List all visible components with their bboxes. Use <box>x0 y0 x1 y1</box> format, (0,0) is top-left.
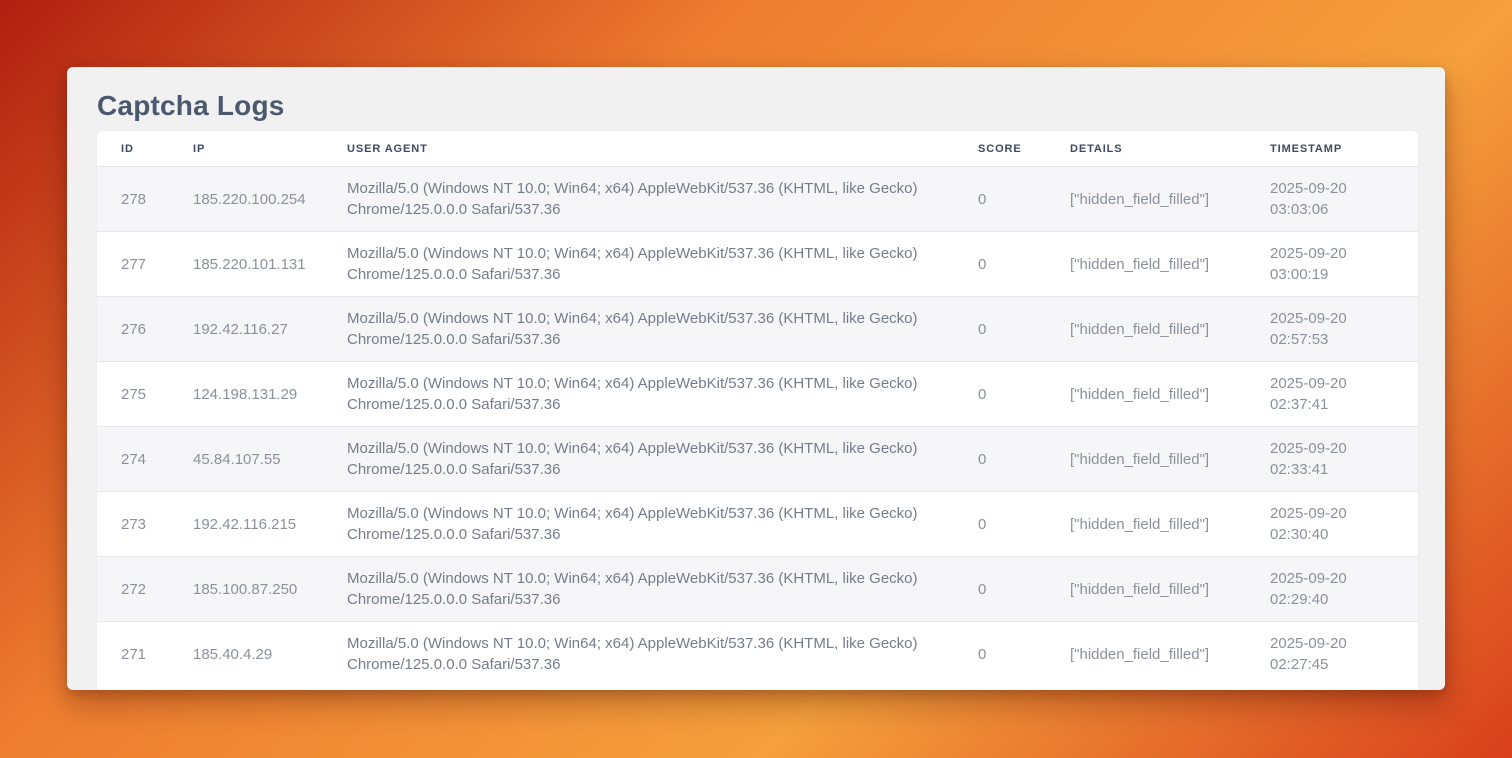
cell-details: ["hidden_field_filled"] <box>1070 167 1270 232</box>
table-row: 276 192.42.116.27 Mozilla/5.0 (Windows N… <box>97 297 1418 362</box>
cell-details: ["hidden_field_filled"] <box>1070 492 1270 557</box>
cell-details: ["hidden_field_filled"] <box>1070 557 1270 622</box>
column-header-timestamp: TIMESTAMP <box>1270 131 1418 167</box>
cell-details: ["hidden_field_filled"] <box>1070 362 1270 427</box>
cell-score: 0 <box>978 167 1070 232</box>
cell-user-agent: Mozilla/5.0 (Windows NT 10.0; Win64; x64… <box>347 297 978 362</box>
cell-id: 278 <box>97 167 193 232</box>
table-header-row: ID IP USER AGENT SCORE DETAILS TIMESTAMP <box>97 131 1418 167</box>
cell-timestamp: 2025-09-20 02:37:41 <box>1270 362 1418 427</box>
table-row: 277 185.220.101.131 Mozilla/5.0 (Windows… <box>97 232 1418 297</box>
cell-details: ["hidden_field_filled"] <box>1070 622 1270 687</box>
cell-ip: 185.100.87.250 <box>193 557 347 622</box>
cell-score: 0 <box>978 362 1070 427</box>
cell-id: 277 <box>97 232 193 297</box>
table-body: 278 185.220.100.254 Mozilla/5.0 (Windows… <box>97 167 1418 687</box>
column-header-user-agent: USER AGENT <box>347 131 978 167</box>
table-row: 272 185.100.87.250 Mozilla/5.0 (Windows … <box>97 557 1418 622</box>
cell-score: 0 <box>978 557 1070 622</box>
cell-id: 272 <box>97 557 193 622</box>
column-header-id: ID <box>97 131 193 167</box>
cell-timestamp: 2025-09-20 03:03:06 <box>1270 167 1418 232</box>
cell-timestamp: 2025-09-20 02:29:40 <box>1270 557 1418 622</box>
cell-score: 0 <box>978 427 1070 492</box>
cell-score: 0 <box>978 492 1070 557</box>
cell-score: 0 <box>978 232 1070 297</box>
cell-id: 276 <box>97 297 193 362</box>
column-header-ip: IP <box>193 131 347 167</box>
cell-timestamp: 2025-09-20 03:00:19 <box>1270 232 1418 297</box>
page-title: Captcha Logs <box>97 89 1418 123</box>
cell-user-agent: Mozilla/5.0 (Windows NT 10.0; Win64; x64… <box>347 167 978 232</box>
cell-details: ["hidden_field_filled"] <box>1070 297 1270 362</box>
cell-user-agent: Mozilla/5.0 (Windows NT 10.0; Win64; x64… <box>347 557 978 622</box>
cell-timestamp: 2025-09-20 02:27:45 <box>1270 622 1418 687</box>
cell-id: 273 <box>97 492 193 557</box>
page-background: { "page": { "title": "Captcha Logs" }, "… <box>0 0 1512 758</box>
cell-timestamp: 2025-09-20 02:33:41 <box>1270 427 1418 492</box>
cell-user-agent: Mozilla/5.0 (Windows NT 10.0; Win64; x64… <box>347 362 978 427</box>
cell-timestamp: 2025-09-20 02:30:40 <box>1270 492 1418 557</box>
table-row: 273 192.42.116.215 Mozilla/5.0 (Windows … <box>97 492 1418 557</box>
table-row: 275 124.198.131.29 Mozilla/5.0 (Windows … <box>97 362 1418 427</box>
logs-table-container: ID IP USER AGENT SCORE DETAILS TIMESTAMP… <box>97 131 1418 690</box>
cell-ip: 185.220.101.131 <box>193 232 347 297</box>
captcha-logs-card: Captcha Logs ID IP USER AGENT SCORE DETA… <box>67 67 1445 690</box>
cell-user-agent: Mozilla/5.0 (Windows NT 10.0; Win64; x64… <box>347 622 978 687</box>
cell-ip: 185.220.100.254 <box>193 167 347 232</box>
cell-user-agent: Mozilla/5.0 (Windows NT 10.0; Win64; x64… <box>347 492 978 557</box>
cell-ip: 45.84.107.55 <box>193 427 347 492</box>
cell-details: ["hidden_field_filled"] <box>1070 427 1270 492</box>
cell-ip: 192.42.116.27 <box>193 297 347 362</box>
cell-details: ["hidden_field_filled"] <box>1070 232 1270 297</box>
captcha-logs-table: ID IP USER AGENT SCORE DETAILS TIMESTAMP… <box>97 131 1418 686</box>
table-row: 278 185.220.100.254 Mozilla/5.0 (Windows… <box>97 167 1418 232</box>
cell-ip: 124.198.131.29 <box>193 362 347 427</box>
table-row: 271 185.40.4.29 Mozilla/5.0 (Windows NT … <box>97 622 1418 687</box>
table-header: ID IP USER AGENT SCORE DETAILS TIMESTAMP <box>97 131 1418 167</box>
cell-score: 0 <box>978 297 1070 362</box>
cell-user-agent: Mozilla/5.0 (Windows NT 10.0; Win64; x64… <box>347 427 978 492</box>
cell-ip: 192.42.116.215 <box>193 492 347 557</box>
column-header-details: DETAILS <box>1070 131 1270 167</box>
cell-user-agent: Mozilla/5.0 (Windows NT 10.0; Win64; x64… <box>347 232 978 297</box>
cell-id: 274 <box>97 427 193 492</box>
cell-timestamp: 2025-09-20 02:57:53 <box>1270 297 1418 362</box>
table-row: 274 45.84.107.55 Mozilla/5.0 (Windows NT… <box>97 427 1418 492</box>
column-header-score: SCORE <box>978 131 1070 167</box>
cell-id: 271 <box>97 622 193 687</box>
cell-id: 275 <box>97 362 193 427</box>
cell-ip: 185.40.4.29 <box>193 622 347 687</box>
cell-score: 0 <box>978 622 1070 687</box>
